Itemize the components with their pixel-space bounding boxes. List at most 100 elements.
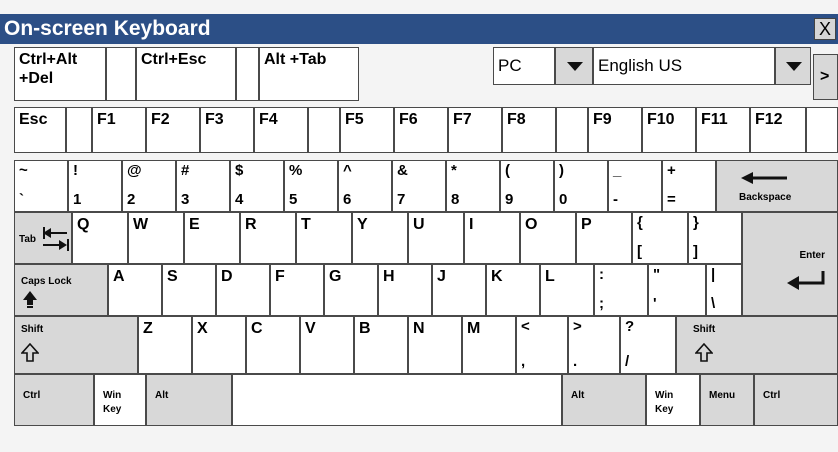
f4-key[interactable]: F4	[254, 107, 308, 153]
1-key[interactable]: ! 1	[68, 160, 122, 212]
8-key[interactable]: * 8	[446, 160, 500, 212]
q-key[interactable]: Q	[72, 212, 128, 264]
menu-key[interactable]: Menu	[700, 374, 754, 426]
left-alt-key[interactable]: Alt	[146, 374, 232, 426]
fkey-spacer[interactable]	[308, 107, 340, 153]
0-key[interactable]: ) 0	[554, 160, 608, 212]
tilde-key[interactable]: ~ `	[14, 160, 68, 212]
f3-key[interactable]: F3	[200, 107, 254, 153]
s-key[interactable]: S	[162, 264, 216, 316]
minus-key[interactable]: _ -	[608, 160, 662, 212]
left-ctrl-key[interactable]: Ctrl	[14, 374, 94, 426]
o-key[interactable]: O	[520, 212, 576, 264]
4-key[interactable]: $4	[230, 160, 284, 212]
e-key[interactable]: E	[184, 212, 240, 264]
ctrl-alt-del-button[interactable]: Ctrl+Alt +Del	[14, 47, 106, 101]
u-key[interactable]: U	[408, 212, 464, 264]
f2-key[interactable]: F2	[146, 107, 200, 153]
g-key[interactable]: G	[324, 264, 378, 316]
minus-key-label: -	[613, 191, 618, 208]
close-button[interactable]: X	[814, 18, 836, 40]
3-key[interactable]: #3	[176, 160, 230, 212]
v-key[interactable]: V	[300, 316, 354, 374]
fkey-spacer[interactable]	[806, 107, 838, 153]
slash-key[interactable]: ? /	[620, 316, 676, 374]
f8-key-label: F8	[507, 111, 526, 128]
f6-key[interactable]: F6	[394, 107, 448, 153]
f9-key[interactable]: F9	[588, 107, 642, 153]
right-bracket-key[interactable]: }]	[688, 212, 742, 264]
i-key[interactable]: I	[464, 212, 520, 264]
9-key[interactable]: (9	[500, 160, 554, 212]
backslash-key-shift-label: |	[711, 266, 716, 283]
6-key[interactable]: ^ 6	[338, 160, 392, 212]
enter-key[interactable]: Enter	[742, 212, 838, 316]
f8-key[interactable]: F8	[502, 107, 556, 153]
f11-key[interactable]: F11	[696, 107, 750, 153]
b-key[interactable]: B	[354, 316, 408, 374]
platform-select[interactable]: PC	[493, 47, 555, 85]
language-select[interactable]: English US	[593, 47, 775, 85]
equals-key[interactable]: + =	[662, 160, 716, 212]
f-key-label: F	[275, 268, 285, 285]
right-shift-key[interactable]: Shift	[676, 316, 838, 374]
l-key[interactable]: L	[540, 264, 594, 316]
c-key[interactable]: C	[246, 316, 300, 374]
alt-tab-button[interactable]: Alt +Tab	[259, 47, 359, 101]
right-ctrl-key[interactable]: Ctrl	[754, 374, 838, 426]
2-key[interactable]: @2	[122, 160, 176, 212]
semicolon-key[interactable]: :;	[594, 264, 648, 316]
f10-key[interactable]: F10	[642, 107, 696, 153]
x-key[interactable]: X	[192, 316, 246, 374]
left-bracket-key[interactable]: {[	[632, 212, 688, 264]
m-key[interactable]: M	[462, 316, 516, 374]
n-key[interactable]: N	[408, 316, 462, 374]
fkey-spacer[interactable]	[66, 107, 92, 153]
f1-key[interactable]: F1	[92, 107, 146, 153]
j-key[interactable]: J	[432, 264, 486, 316]
a-key-label: A	[113, 268, 125, 285]
language-select-arrow[interactable]	[775, 47, 811, 85]
space-key[interactable]	[232, 374, 562, 426]
k-key[interactable]: K	[486, 264, 540, 316]
toolbar-spacer[interactable]	[236, 47, 259, 101]
period-key[interactable]: >.	[568, 316, 620, 374]
more-button[interactable]: >	[813, 54, 838, 100]
h-key[interactable]: H	[378, 264, 432, 316]
right-win-key-label: Win Key	[655, 390, 674, 415]
f5-key[interactable]: F5	[340, 107, 394, 153]
z-key[interactable]: Z	[138, 316, 192, 374]
t-key[interactable]: T	[296, 212, 352, 264]
a-key[interactable]: A	[108, 264, 162, 316]
f7-key[interactable]: F7	[448, 107, 502, 153]
w-key-label: W	[133, 216, 149, 233]
5-key[interactable]: % 5	[284, 160, 338, 212]
right-alt-key[interactable]: Alt	[562, 374, 646, 426]
fkey-spacer[interactable]	[556, 107, 588, 153]
f12-key[interactable]: F12	[750, 107, 806, 153]
platform-select-arrow[interactable]	[555, 47, 593, 85]
p-key[interactable]: P	[576, 212, 632, 264]
caps-lock-key[interactable]: Caps Lock	[14, 264, 108, 316]
quote-key[interactable]: " '	[648, 264, 706, 316]
f-key[interactable]: F	[270, 264, 324, 316]
backslash-key[interactable]: | \	[706, 264, 742, 316]
backspace-key[interactable]: Backspace	[716, 160, 838, 212]
w-key[interactable]: W	[128, 212, 184, 264]
enter-label: Enter	[799, 250, 825, 261]
tab-icon	[43, 227, 69, 251]
tab-key[interactable]: Tab	[14, 212, 72, 264]
r-key[interactable]: R	[240, 212, 296, 264]
comma-key[interactable]: <,	[516, 316, 568, 374]
ctrl-esc-button[interactable]: Ctrl+Esc	[136, 47, 236, 101]
right-win-key[interactable]: Win Key	[646, 374, 700, 426]
d-key[interactable]: D	[216, 264, 270, 316]
esc-key[interactable]: Esc	[14, 107, 66, 153]
2-key-shift-label: @	[127, 162, 142, 179]
left-win-key[interactable]: Win Key	[94, 374, 146, 426]
y-key[interactable]: Y	[352, 212, 408, 264]
m-key-label: M	[467, 320, 481, 337]
left-shift-key[interactable]: Shift	[14, 316, 138, 374]
7-key[interactable]: & 7	[392, 160, 446, 212]
toolbar-spacer[interactable]	[106, 47, 136, 101]
